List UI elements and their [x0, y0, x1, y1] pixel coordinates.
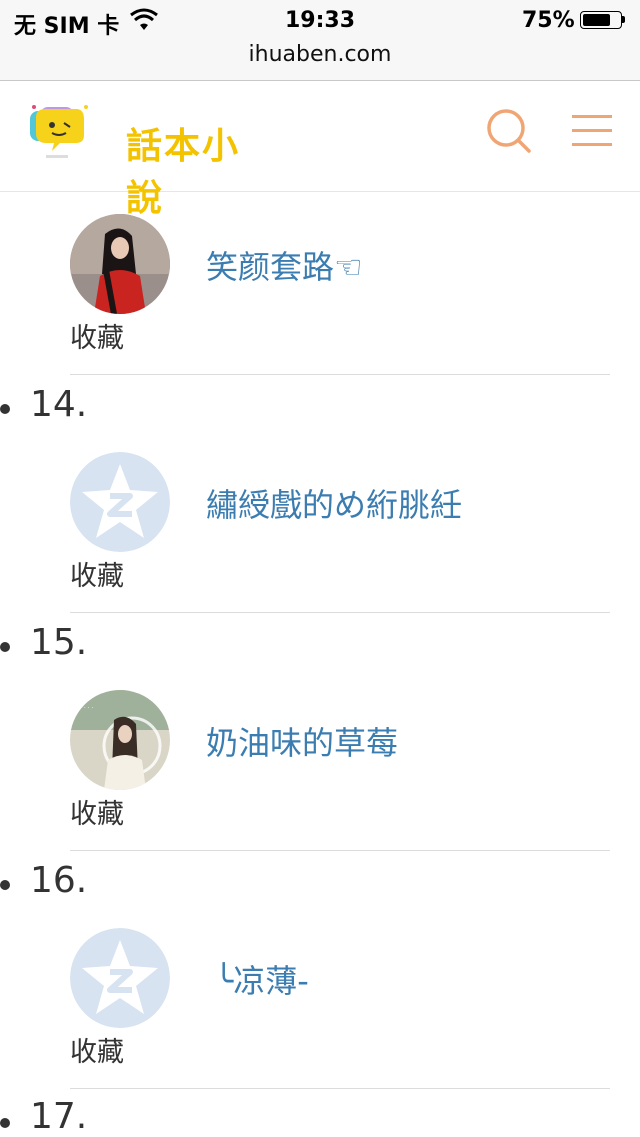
logo-text: 話本小說 [126, 125, 241, 219]
rank-number: 14. [30, 384, 88, 425]
list-bullet [0, 880, 10, 890]
list-bullet [0, 404, 10, 414]
url-bar[interactable]: ihuaben.com [0, 40, 640, 81]
svg-text:· · · ·: · · · · [80, 705, 93, 712]
status-bar: 无 SIM 卡 19:33 75% [0, 0, 640, 40]
default-avatar-icon [70, 928, 170, 1028]
default-avatar-icon [70, 452, 170, 552]
divider [70, 612, 610, 613]
rank-number: 16. [30, 860, 88, 901]
logo-mascot-icon [30, 105, 88, 158]
site-header: 話本小說 [0, 81, 640, 219]
avatar[interactable] [70, 452, 170, 552]
username-link[interactable]: 繡綬戲的め絎朓紝 [206, 480, 462, 526]
avatar[interactable]: · · · · [70, 690, 170, 790]
avatar[interactable] [70, 928, 170, 1028]
list-bullet [0, 1118, 10, 1128]
favorite-button[interactable]: 收藏 [70, 554, 124, 593]
divider [70, 374, 610, 375]
divider [70, 850, 610, 851]
avatar[interactable] [70, 214, 170, 314]
username-link[interactable]: 笑颜套路☜ [206, 242, 363, 288]
divider [70, 1088, 610, 1089]
favorite-button[interactable]: 收藏 [70, 316, 124, 355]
favorite-button[interactable]: 收藏 [70, 792, 124, 831]
search-icon[interactable] [484, 106, 534, 156]
username-link[interactable]: 奶油味的草莓 [206, 718, 398, 764]
url-text: ihuaben.com [248, 42, 392, 67]
site-logo[interactable]: 話本小說 [26, 99, 256, 219]
list-bullet [0, 642, 10, 652]
menu-icon[interactable] [572, 111, 614, 151]
favorite-button[interactable]: 收藏 [70, 1030, 124, 1069]
rank-number: 17. [30, 1096, 88, 1137]
battery-icon [580, 11, 626, 29]
rank-number: 15. [30, 622, 88, 663]
username-link[interactable]: ╰凉薄- [214, 956, 309, 1002]
battery-percent: 75% [522, 8, 575, 33]
